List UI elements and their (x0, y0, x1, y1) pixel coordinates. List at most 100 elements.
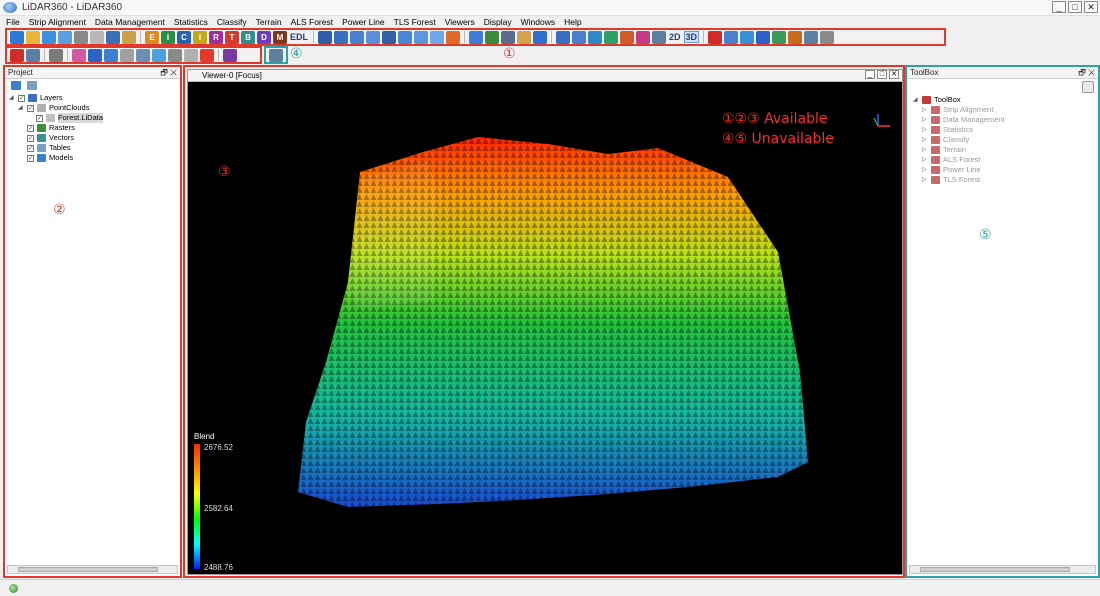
edit-tool-icon-2[interactable] (26, 48, 40, 62)
class-c-icon[interactable]: C (177, 30, 191, 44)
project-panel-controls[interactable]: 🗗 ✕ (160, 67, 177, 78)
display-tool-icon-1[interactable] (556, 30, 570, 44)
nav-tool-icon-5[interactable] (533, 30, 547, 44)
layer-checkbox[interactable]: ✓ (27, 124, 34, 132)
toolbox-panel-controls[interactable]: 🗗 ✕ (1078, 67, 1095, 78)
toolbox-root[interactable]: ◢ ToolBox (913, 95, 1098, 105)
measure-tool-icon-1[interactable] (708, 30, 723, 44)
file-tool-icon-8[interactable] (122, 30, 136, 44)
close-button[interactable]: ✕ (1084, 1, 1098, 13)
measure-tool-icon-7[interactable] (804, 30, 819, 44)
menu-item-terrain[interactable]: Terrain (256, 16, 282, 28)
toolbox-item-als-forest[interactable]: ▷ ALS Forest (913, 155, 1098, 165)
measure-tool-icon-3[interactable] (740, 30, 755, 44)
edit-tool-icon-6[interactable] (104, 48, 118, 62)
edit-tool-icon-1[interactable] (10, 48, 24, 62)
mode-3d-button[interactable]: 3D (683, 31, 700, 43)
toolbox-hscrollbar[interactable] (909, 565, 1096, 574)
toolbox-item-classify[interactable]: ▷ Classify (913, 135, 1098, 145)
tree-item-forest-lidata[interactable]: ✓ Forest.LiData (9, 113, 180, 123)
project-hscrollbar[interactable] (7, 565, 178, 574)
expand-arrow-icon[interactable]: ▷ (922, 145, 928, 155)
view-tool-icon-7[interactable] (414, 30, 428, 44)
edit-tool-icon-10[interactable] (168, 48, 182, 62)
file-tool-icon-7[interactable] (106, 30, 120, 44)
measure-tool-icon-4[interactable] (756, 30, 771, 44)
toolbox-item-strip-alignment[interactable]: ▷ Strip Alignment (913, 105, 1098, 115)
measure-tool-icon-8[interactable] (820, 30, 835, 44)
tree-item-layers[interactable]: ◢ ✓ Layers (9, 93, 180, 103)
layer-checkbox[interactable]: ✓ (27, 144, 34, 152)
toolbox-item-terrain[interactable]: ▷ Terrain (913, 145, 1098, 155)
layer-checkbox[interactable]: ✓ (27, 104, 34, 112)
expand-arrow-icon[interactable]: ▷ (922, 105, 928, 115)
edit-tool-icon-11[interactable] (184, 48, 198, 62)
display-tool-icon-4[interactable] (604, 30, 618, 44)
layer-checkbox[interactable]: ✓ (27, 154, 34, 162)
toolbox-item-data-management[interactable]: ▷ Data Management (913, 115, 1098, 125)
viewer-maximize-button[interactable]: □ (877, 70, 887, 79)
class-b-icon[interactable]: B (241, 30, 255, 44)
menu-item-viewers[interactable]: Viewers (445, 16, 475, 28)
file-tool-icon-1[interactable] (10, 30, 24, 44)
view-tool-icon-6[interactable] (398, 30, 412, 44)
mode-2d-button[interactable]: 2D (668, 32, 682, 42)
class-r-icon[interactable]: R (209, 30, 223, 44)
menu-item-classify[interactable]: Classify (217, 16, 247, 28)
file-tool-icon-5[interactable] (74, 30, 88, 44)
expand-arrow-icon[interactable]: ▷ (922, 135, 928, 145)
expand-arrow-icon[interactable]: ◢ (913, 95, 919, 105)
file-tool-icon-3[interactable] (42, 30, 56, 44)
menu-item-statistics[interactable]: Statistics (174, 16, 208, 28)
class-d-icon[interactable]: D (257, 30, 271, 44)
edit-tool-icon-13[interactable] (223, 48, 237, 62)
display-tool-icon-5[interactable] (620, 30, 634, 44)
viewer-tab[interactable]: Viewer-0 [Focus] _ □ ✕ (188, 70, 902, 82)
edit-tool-icon-9[interactable] (152, 48, 166, 62)
class-t-icon[interactable]: T (225, 30, 239, 44)
minimize-button[interactable]: _ (1052, 1, 1066, 13)
add-layer-icon[interactable] (11, 81, 21, 90)
nav-tool-icon-3[interactable] (501, 30, 515, 44)
display-tool-icon-6[interactable] (636, 30, 650, 44)
edit-tool-icon-5[interactable] (88, 48, 102, 62)
display-tool-icon-2[interactable] (572, 30, 586, 44)
menu-item-data-management[interactable]: Data Management (95, 16, 165, 28)
view-tool-icon-9[interactable] (446, 30, 460, 44)
file-tool-icon-4[interactable] (58, 30, 72, 44)
toolbox-item-statistics[interactable]: ▷ Statistics (913, 125, 1098, 135)
measure-tool-icon-2[interactable] (724, 30, 739, 44)
view-tool-icon-2[interactable] (334, 30, 348, 44)
display-tool-icon-3[interactable] (588, 30, 602, 44)
tree-item-pointclouds[interactable]: ◢ ✓ PointClouds (9, 103, 180, 113)
view-tool-icon-3[interactable] (350, 30, 364, 44)
expand-arrow-icon[interactable]: ◢ (9, 93, 15, 103)
nav-tool-icon-2[interactable] (485, 30, 499, 44)
edit-tool-icon-4[interactable] (72, 48, 86, 62)
expand-arrow-icon[interactable]: ▷ (922, 175, 928, 185)
edit-tool-icon-3[interactable] (49, 48, 63, 62)
tree-item-vectors[interactable]: ✓ Vectors (9, 133, 180, 143)
class-i-icon[interactable]: I (193, 30, 207, 44)
layer-options-icon[interactable] (27, 81, 37, 90)
edit-tool-icon-12[interactable] (200, 48, 214, 62)
unavailable-tool-icon[interactable] (269, 48, 283, 62)
menu-item-tls-forest[interactable]: TLS Forest (394, 16, 436, 28)
tree-item-models[interactable]: ✓ Models (9, 153, 180, 163)
view-tool-icon-1[interactable] (318, 30, 332, 44)
expand-arrow-icon[interactable]: ▷ (922, 115, 928, 125)
menu-item-display[interactable]: Display (484, 16, 512, 28)
measure-tool-icon-6[interactable] (788, 30, 803, 44)
view-tool-icon-8[interactable] (430, 30, 444, 44)
view-tool-icon-4[interactable] (366, 30, 380, 44)
class-i-icon[interactable]: I (161, 30, 175, 44)
file-tool-icon-2[interactable] (26, 30, 40, 44)
file-tool-icon-6[interactable] (90, 30, 104, 44)
menu-item-power-line[interactable]: Power Line (342, 16, 385, 28)
view-tool-icon-5[interactable] (382, 30, 396, 44)
menu-item-help[interactable]: Help (564, 16, 581, 28)
expand-arrow-icon[interactable]: ▷ (922, 155, 928, 165)
edl-button[interactable]: EDL (289, 32, 309, 42)
layer-checkbox[interactable]: ✓ (36, 114, 43, 122)
menu-item-file[interactable]: File (6, 16, 20, 28)
